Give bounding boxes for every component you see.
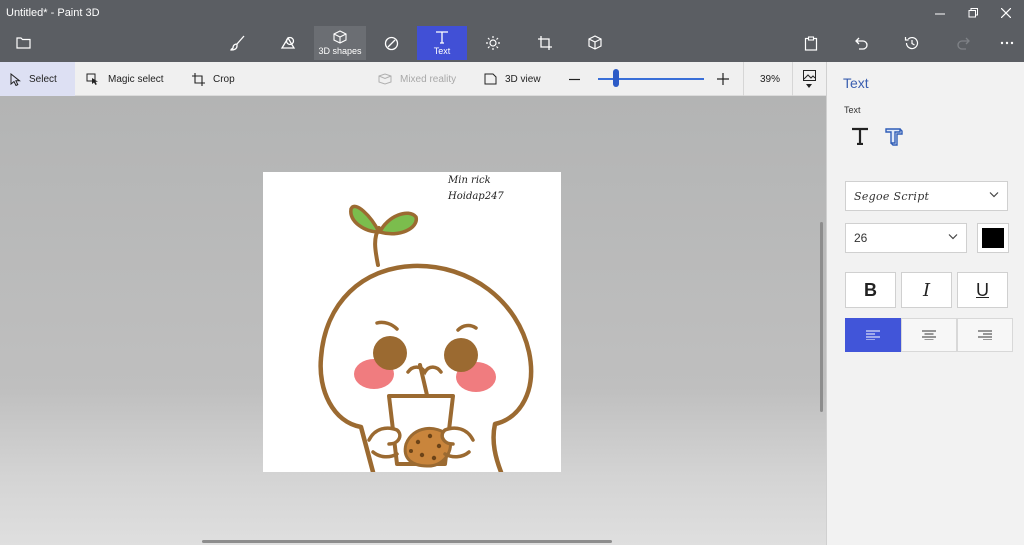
align-center-button[interactable] bbox=[901, 318, 957, 352]
more-button[interactable] bbox=[992, 26, 1022, 60]
text-icon bbox=[436, 31, 448, 44]
panel-section-label: Text bbox=[844, 105, 861, 115]
panel-title: Text bbox=[843, 75, 869, 91]
effects-tool[interactable] bbox=[478, 26, 508, 60]
zoom-percent: 39% bbox=[760, 73, 781, 85]
title-bar: Untitled* - Paint 3D 3D shapes Text bbox=[0, 0, 1024, 62]
close-icon bbox=[1001, 8, 1011, 18]
chevron-down-icon bbox=[948, 234, 958, 240]
crop-icon bbox=[192, 72, 205, 86]
text-color-button[interactable] bbox=[977, 223, 1009, 253]
chevron-down-icon bbox=[989, 192, 999, 198]
vertical-scrollbar[interactable] bbox=[820, 222, 823, 412]
text-panel: Text Text Segoe Script 26 B I U bbox=[826, 62, 1024, 545]
stickers-tool[interactable] bbox=[376, 26, 406, 60]
redo-button[interactable] bbox=[948, 26, 978, 60]
view-3d-label: 3D view bbox=[505, 73, 541, 85]
effects-icon bbox=[486, 36, 500, 50]
select-button[interactable]: Select bbox=[0, 62, 75, 96]
mixed-reality-icon bbox=[378, 73, 392, 85]
paste-button[interactable] bbox=[796, 26, 826, 60]
view-3d-button[interactable]: 3D view bbox=[484, 62, 554, 96]
align-left-icon bbox=[866, 330, 880, 340]
image-icon bbox=[802, 70, 816, 81]
shapes-3d-label: 3D shapes bbox=[318, 46, 362, 56]
magic-select-icon bbox=[86, 73, 98, 85]
align-center-icon bbox=[922, 330, 936, 340]
restore-button[interactable] bbox=[958, 4, 988, 22]
toolbar-divider bbox=[792, 62, 793, 96]
menu-button[interactable] bbox=[8, 26, 38, 60]
magic-select-label: Magic select bbox=[108, 73, 164, 85]
restore-icon bbox=[968, 8, 978, 18]
folder-icon bbox=[15, 37, 31, 49]
minimize-icon bbox=[935, 13, 945, 15]
cube-icon bbox=[333, 30, 347, 44]
redo-icon bbox=[956, 37, 970, 50]
more-icon bbox=[1000, 41, 1014, 45]
zoom-slider-thumb[interactable] bbox=[613, 69, 619, 87]
align-left-button[interactable] bbox=[845, 318, 901, 352]
zoom-in-button[interactable] bbox=[717, 62, 731, 96]
window-title: Untitled* - Paint 3D bbox=[6, 7, 100, 19]
font-size-value: 26 bbox=[854, 231, 868, 245]
underline-button[interactable]: U bbox=[957, 272, 1008, 308]
minimize-button[interactable] bbox=[925, 4, 955, 22]
font-dropdown[interactable]: Segoe Script bbox=[845, 181, 1008, 211]
library-tool[interactable] bbox=[580, 26, 610, 60]
zoom-out-button[interactable] bbox=[569, 62, 583, 96]
font-size-dropdown[interactable]: 26 bbox=[845, 223, 967, 253]
drawing-canvas[interactable]: Min rick Hoidap247 bbox=[263, 172, 561, 472]
select-label: Select bbox=[29, 73, 57, 85]
cartoon-illustration bbox=[318, 204, 534, 472]
history-icon bbox=[904, 36, 919, 50]
history-button[interactable] bbox=[897, 26, 927, 60]
italic-button[interactable]: I bbox=[901, 272, 952, 308]
view-options-button[interactable] bbox=[800, 62, 818, 96]
color-swatch bbox=[982, 228, 1004, 248]
undo-button[interactable] bbox=[846, 26, 876, 60]
align-right-icon bbox=[978, 330, 992, 340]
mixed-reality-label: Mixed reality bbox=[400, 73, 457, 85]
select-icon bbox=[10, 72, 21, 86]
close-button[interactable] bbox=[991, 4, 1021, 22]
view-3d-icon bbox=[484, 73, 497, 85]
magic-select-button[interactable]: Magic select bbox=[86, 62, 176, 96]
shapes-2d-tool[interactable] bbox=[273, 26, 303, 60]
font-name: Segoe Script bbox=[854, 189, 930, 203]
horizontal-scrollbar[interactable] bbox=[202, 540, 612, 543]
crop-label: Crop bbox=[213, 73, 235, 85]
canvas-icon bbox=[538, 36, 552, 50]
align-right-button[interactable] bbox=[957, 318, 1013, 352]
brush-icon bbox=[230, 35, 245, 51]
text-2d-icon bbox=[852, 127, 868, 145]
text-2d-button[interactable] bbox=[849, 125, 871, 147]
shapes-2d-icon bbox=[280, 36, 296, 49]
text-3d-icon bbox=[885, 128, 903, 146]
canvas-tool[interactable] bbox=[530, 26, 560, 60]
plus-icon bbox=[717, 73, 729, 85]
mixed-reality-button[interactable]: Mixed reality bbox=[378, 62, 468, 96]
text-tool-label: Text bbox=[433, 46, 451, 56]
text-tool[interactable]: Text bbox=[417, 26, 467, 60]
library-icon bbox=[588, 35, 602, 50]
minus-icon bbox=[569, 78, 580, 80]
toolbar-divider bbox=[743, 62, 744, 96]
brushes-tool[interactable] bbox=[223, 26, 253, 60]
crop-button[interactable]: Crop bbox=[192, 62, 252, 96]
chevron-down-icon bbox=[806, 84, 812, 88]
shapes-3d-tool[interactable]: 3D shapes bbox=[314, 26, 366, 60]
bold-button[interactable]: B bbox=[845, 272, 896, 308]
undo-icon bbox=[854, 37, 868, 50]
sticker-icon bbox=[384, 36, 398, 50]
paste-icon bbox=[804, 35, 818, 51]
text-3d-button[interactable] bbox=[883, 125, 905, 147]
